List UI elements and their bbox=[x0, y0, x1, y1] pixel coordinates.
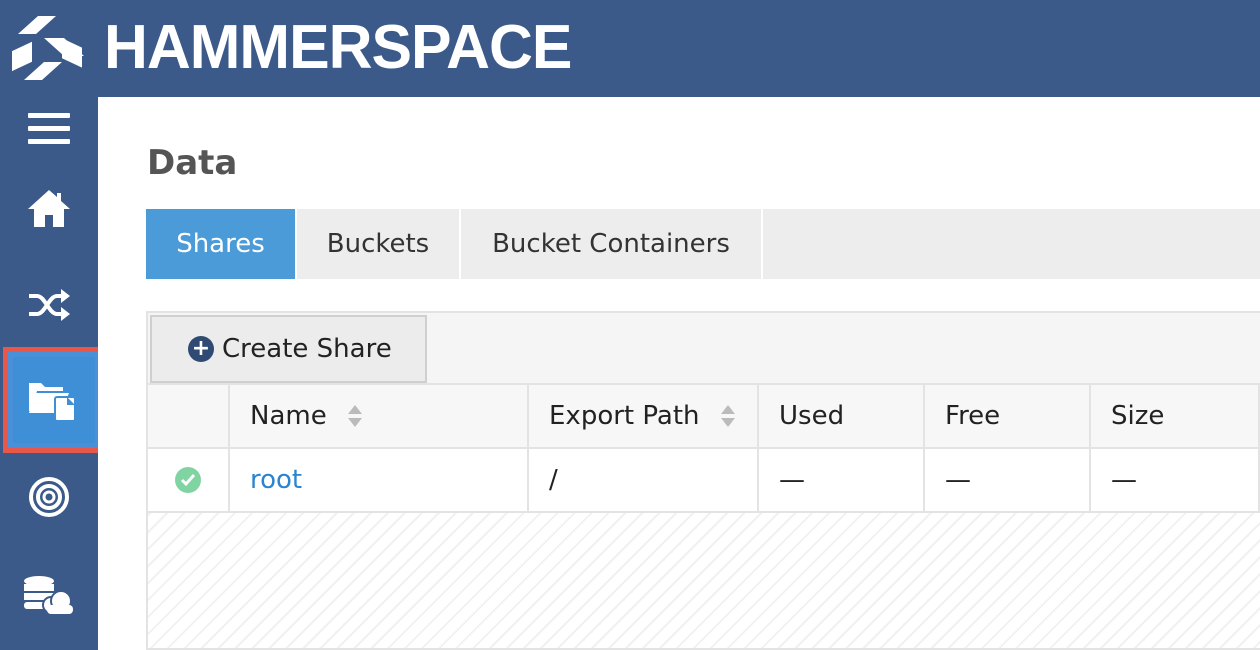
home-icon bbox=[28, 190, 70, 227]
database-cloud-icon bbox=[24, 576, 73, 614]
share-name-link[interactable]: root bbox=[250, 465, 302, 495]
tab-buckets[interactable]: Buckets bbox=[297, 209, 461, 279]
page-title: Data bbox=[147, 143, 238, 183]
tab-shares[interactable]: Shares bbox=[146, 209, 297, 279]
shares-grid: + Create Share Name Export Path Used Fre… bbox=[146, 311, 1260, 650]
column-header-name-label: Name bbox=[250, 401, 327, 431]
create-share-label: Create Share bbox=[222, 334, 392, 364]
sidebar-item-data-highlight bbox=[13, 357, 95, 443]
folders-icon bbox=[29, 383, 76, 422]
table-header-row: Name Export Path Used Free Size bbox=[148, 385, 1260, 449]
used-cell: — bbox=[759, 449, 925, 511]
main-content: Data Shares Buckets Bucket Containers + … bbox=[98, 97, 1260, 650]
sidebar-item-menu[interactable] bbox=[0, 83, 98, 175]
sort-icon[interactable] bbox=[347, 404, 363, 428]
column-header-name[interactable]: Name bbox=[230, 385, 529, 447]
column-header-free: Free bbox=[925, 385, 1091, 447]
column-header-export-path-label: Export Path bbox=[549, 401, 700, 431]
top-bar: HAMMERSPACE bbox=[0, 0, 1260, 97]
plus-circle-icon: + bbox=[188, 336, 214, 362]
check-circle-icon bbox=[175, 467, 201, 493]
sidebar-item-home[interactable] bbox=[0, 163, 98, 255]
free-cell: — bbox=[925, 449, 1091, 511]
sidebar-item-storage[interactable] bbox=[0, 549, 98, 641]
brand-title: HAMMERSPACE bbox=[104, 13, 572, 82]
sidebar-item-data[interactable] bbox=[3, 347, 105, 453]
column-header-size: Size bbox=[1091, 385, 1260, 447]
hammerspace-logo-icon bbox=[12, 16, 84, 80]
status-cell bbox=[148, 449, 230, 511]
shuffle-icon bbox=[29, 289, 70, 321]
column-header-status bbox=[148, 385, 230, 447]
sidebar-item-shuffle[interactable] bbox=[0, 259, 98, 351]
export-path-cell: / bbox=[529, 449, 759, 511]
hamburger-icon bbox=[28, 113, 70, 144]
target-icon bbox=[29, 477, 69, 517]
tab-bar: Shares Buckets Bucket Containers bbox=[146, 209, 1260, 279]
table-row[interactable]: root / — — — bbox=[148, 449, 1260, 513]
column-header-used: Used bbox=[759, 385, 925, 447]
shares-table: Name Export Path Used Free Size root / —… bbox=[148, 385, 1260, 513]
grid-toolbar: + Create Share bbox=[148, 313, 1260, 385]
column-header-export-path[interactable]: Export Path bbox=[529, 385, 759, 447]
sidebar bbox=[0, 97, 105, 650]
name-cell: root bbox=[230, 449, 529, 511]
size-cell: — bbox=[1091, 449, 1260, 511]
sidebar-item-objectives[interactable] bbox=[0, 451, 98, 543]
tab-bucket-containers[interactable]: Bucket Containers bbox=[461, 209, 763, 279]
sort-icon[interactable] bbox=[720, 404, 736, 428]
create-share-button[interactable]: + Create Share bbox=[150, 315, 427, 383]
